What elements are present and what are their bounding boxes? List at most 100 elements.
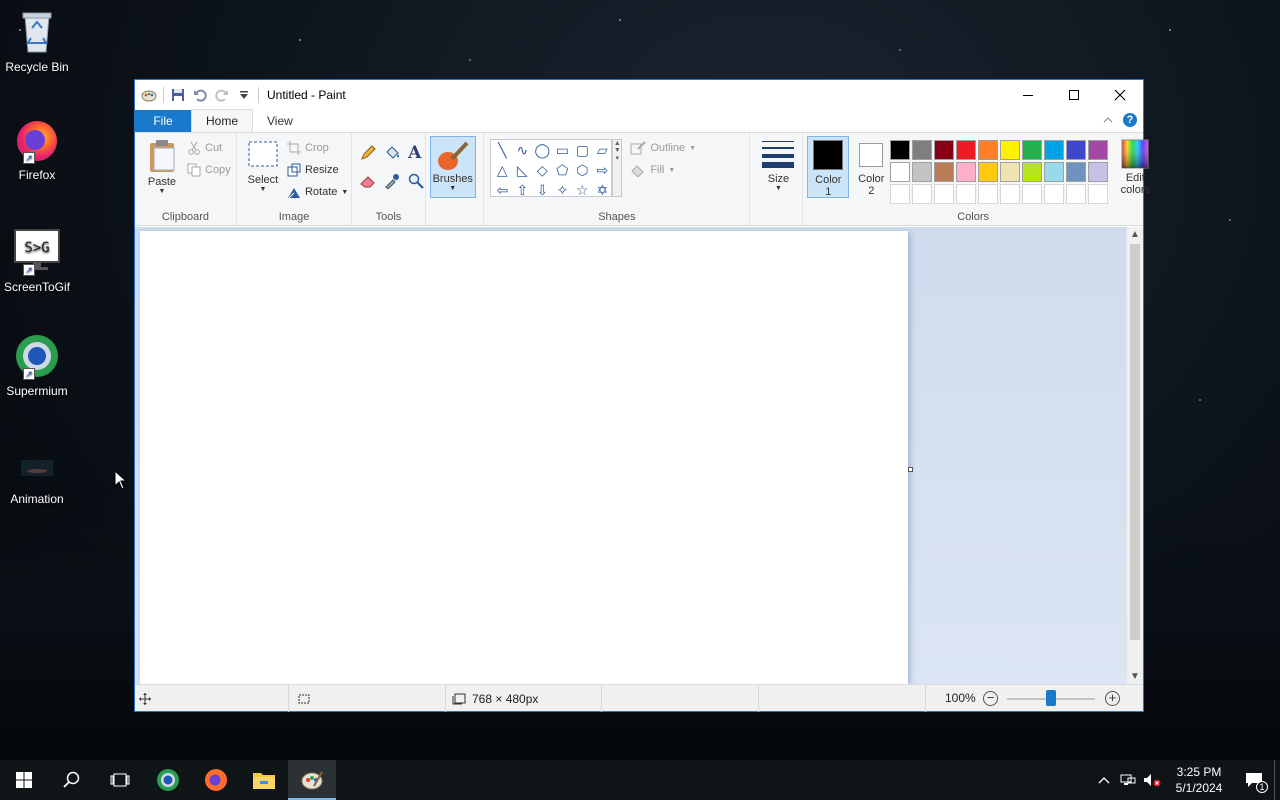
- tab-file[interactable]: File: [135, 110, 191, 132]
- copy-button[interactable]: Copy: [187, 163, 231, 177]
- show-hidden-icons-chevron-up-icon[interactable]: [1092, 760, 1116, 800]
- eraser-icon[interactable]: [360, 173, 376, 189]
- five-point-star-shape-icon[interactable]: ☆: [572, 180, 592, 200]
- four-point-star-shape-icon[interactable]: ✧: [552, 180, 572, 200]
- select-button[interactable]: Select ▼: [243, 139, 283, 193]
- help-icon[interactable]: ?: [1123, 113, 1137, 127]
- desktop-icon-firefox[interactable]: ↗ Firefox: [2, 116, 72, 182]
- up-arrow-shape-icon[interactable]: ⇧: [512, 180, 532, 200]
- palette-swatch[interactable]: [978, 162, 999, 182]
- taskbar-supermium[interactable]: [144, 760, 192, 800]
- tab-home[interactable]: Home: [191, 109, 254, 132]
- canvas-resize-handle[interactable]: [908, 467, 913, 472]
- size-button[interactable]: Size ▼: [756, 139, 800, 192]
- paste-button[interactable]: Paste ▼: [143, 139, 181, 195]
- close-button[interactable]: [1097, 80, 1143, 110]
- drawing-canvas[interactable]: [140, 231, 908, 685]
- crop-button[interactable]: Crop: [286, 141, 329, 155]
- magnifier-icon[interactable]: [408, 173, 424, 189]
- minimize-ribbon-icon[interactable]: [1103, 113, 1113, 127]
- outline-button[interactable]: Outline ▼: [630, 141, 696, 155]
- palette-swatch[interactable]: [1044, 162, 1065, 182]
- palette-swatch[interactable]: [956, 140, 977, 160]
- six-point-star-shape-icon[interactable]: ✡: [592, 180, 612, 200]
- vertical-scrollbar[interactable]: ▲ ▼: [1126, 227, 1143, 685]
- tab-view[interactable]: View: [253, 110, 307, 132]
- rounded-rectangle-shape-icon[interactable]: ▢: [572, 140, 592, 160]
- clock[interactable]: 3:25 PM 5/1/2024: [1164, 764, 1234, 796]
- polygon-shape-icon[interactable]: ▱: [592, 140, 612, 160]
- taskbar-paint[interactable]: [288, 760, 336, 800]
- zoom-in-button[interactable]: +: [1105, 691, 1120, 706]
- taskbar-firefox[interactable]: [192, 760, 240, 800]
- triangle-shape-icon[interactable]: △: [492, 160, 512, 180]
- palette-swatch[interactable]: [1088, 140, 1109, 160]
- desktop-icon-supermium[interactable]: ↗ Supermium: [2, 332, 72, 398]
- color2-button[interactable]: Color 2: [851, 136, 891, 198]
- custom-color-slot[interactable]: [1022, 184, 1043, 204]
- custom-color-slot[interactable]: [978, 184, 999, 204]
- custom-color-slot[interactable]: [934, 184, 955, 204]
- palette-swatch[interactable]: [1066, 140, 1087, 160]
- fill-bucket-icon[interactable]: [384, 145, 400, 161]
- redo-icon[interactable]: [214, 87, 230, 103]
- palette-swatch[interactable]: [1088, 162, 1109, 182]
- cut-button[interactable]: Cut: [187, 141, 222, 155]
- hexagon-shape-icon[interactable]: ⬡: [572, 160, 592, 180]
- customize-toolbar-icon[interactable]: [236, 87, 252, 103]
- right-arrow-shape-icon[interactable]: ⇨: [592, 160, 612, 180]
- palette-swatch[interactable]: [1000, 162, 1021, 182]
- task-view-button[interactable]: [96, 760, 144, 800]
- scroll-thumb[interactable]: [1130, 244, 1140, 640]
- palette-swatch[interactable]: [1044, 140, 1065, 160]
- custom-color-slot[interactable]: [1066, 184, 1087, 204]
- palette-swatch[interactable]: [978, 140, 999, 160]
- rectangle-shape-icon[interactable]: ▭: [552, 140, 572, 160]
- start-button[interactable]: [0, 760, 48, 800]
- desktop-icon-animation[interactable]: Animation: [2, 440, 72, 506]
- fill-button[interactable]: Fill ▼: [630, 163, 675, 177]
- resize-button[interactable]: Resize: [287, 163, 339, 177]
- line-shape-icon[interactable]: ╲: [492, 140, 512, 160]
- text-tool-icon[interactable]: A: [408, 143, 421, 163]
- custom-color-slot[interactable]: [890, 184, 911, 204]
- palette-swatch[interactable]: [934, 140, 955, 160]
- palette-swatch[interactable]: [890, 140, 911, 160]
- palette-swatch[interactable]: [956, 162, 977, 182]
- pencil-icon[interactable]: [360, 145, 376, 161]
- save-icon[interactable]: [170, 87, 186, 103]
- palette-swatch[interactable]: [912, 140, 933, 160]
- show-desktop-button[interactable]: [1274, 760, 1280, 800]
- custom-color-slot[interactable]: [1000, 184, 1021, 204]
- shapes-gallery-scroll[interactable]: ▲ ▼ ▾: [612, 139, 623, 197]
- palette-swatch[interactable]: [1022, 162, 1043, 182]
- search-button[interactable]: [48, 760, 96, 800]
- network-icon[interactable]: [1116, 760, 1140, 800]
- palette-swatch[interactable]: [912, 162, 933, 182]
- palette-swatch[interactable]: [1022, 140, 1043, 160]
- color-picker-icon[interactable]: [384, 173, 400, 189]
- palette-swatch[interactable]: [890, 162, 911, 182]
- brushes-button[interactable]: Brushes ▼: [429, 136, 476, 198]
- custom-color-slot[interactable]: [956, 184, 977, 204]
- taskbar-file-explorer[interactable]: [240, 760, 288, 800]
- custom-color-slot[interactable]: [1044, 184, 1065, 204]
- pentagon-shape-icon[interactable]: ⬠: [552, 160, 572, 180]
- minimize-button[interactable]: [1005, 80, 1051, 110]
- maximize-button[interactable]: [1051, 80, 1097, 110]
- scroll-up-icon[interactable]: ▲: [1127, 227, 1143, 243]
- right-triangle-shape-icon[interactable]: ◺: [512, 160, 532, 180]
- undo-icon[interactable]: [192, 87, 208, 103]
- down-arrow-shape-icon[interactable]: ⇩: [532, 180, 552, 200]
- palette-swatch[interactable]: [1000, 140, 1021, 160]
- desktop-icon-recycle-bin[interactable]: Recycle Bin: [2, 8, 72, 74]
- oval-shape-icon[interactable]: ◯: [532, 140, 552, 160]
- zoom-slider-thumb[interactable]: [1046, 690, 1056, 706]
- desktop-icon-screentogif[interactable]: S>G ↗ ScreenToGif: [2, 228, 72, 294]
- curve-shape-icon[interactable]: ∿: [512, 140, 532, 160]
- custom-color-slot[interactable]: [1088, 184, 1109, 204]
- left-arrow-shape-icon[interactable]: ⇦: [492, 180, 512, 200]
- color1-button[interactable]: Color 1: [807, 136, 850, 198]
- custom-color-slot[interactable]: [912, 184, 933, 204]
- rotate-button[interactable]: Rotate ▼: [287, 185, 348, 199]
